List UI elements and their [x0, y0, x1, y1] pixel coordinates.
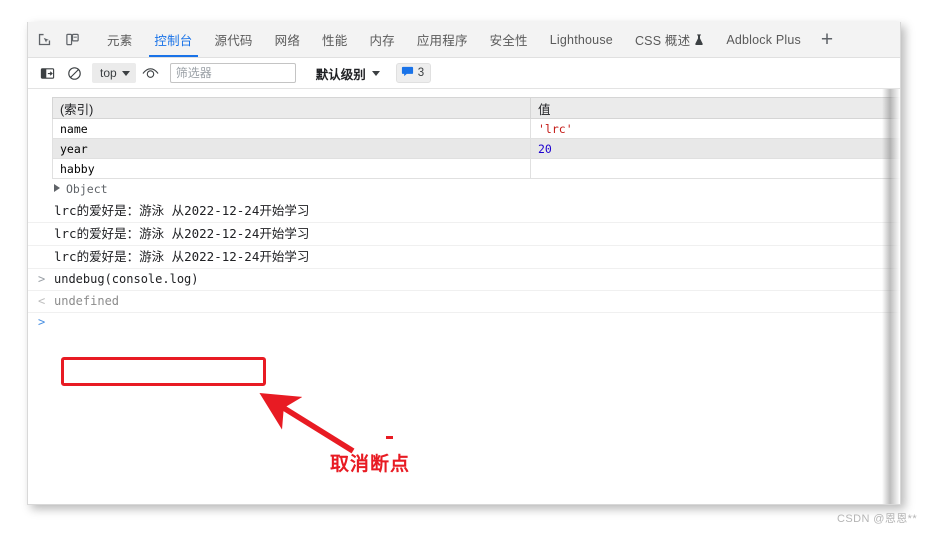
table-row[interactable]: habby [52, 158, 900, 179]
column-header-index: (索引) [52, 97, 531, 119]
tab-label: 内存 [369, 34, 395, 48]
add-tab-button[interactable]: + [812, 22, 842, 57]
console-log-text: lrc的爱好是：游泳 从2022-12-24开始学习 [54, 226, 310, 241]
log-level-selector[interactable]: 默认级别 [310, 63, 384, 83]
speech-bubble-icon [401, 65, 414, 81]
tab-label: 元素 [107, 34, 133, 48]
tab-label: 性能 [322, 34, 348, 48]
annotation-label: 取消断点 [330, 454, 411, 475]
cell-value: 'lrc' [530, 118, 900, 139]
inspect-element-icon[interactable] [30, 22, 58, 57]
cell-value: 20 [530, 138, 900, 159]
console-object-label: Object [66, 182, 108, 196]
device-toolbar-glyph [65, 33, 79, 46]
annotation-highlight-box [61, 357, 266, 386]
console-log-line: lrc的爱好是：游泳 从2022-12-24开始学习 [28, 200, 900, 223]
tab-performance[interactable]: 性能 [311, 22, 358, 57]
tab-css-overview[interactable]: CSS 概述 [624, 22, 715, 57]
tab-application[interactable]: 应用程序 [406, 22, 479, 57]
cell-index: habby [52, 158, 531, 179]
annotation-dash-mark [386, 436, 393, 439]
tab-network[interactable]: 网络 [264, 22, 311, 57]
tab-label: Adblock Plus [726, 32, 801, 47]
console-prompt-row[interactable]: > [28, 313, 900, 333]
console-result-row: < undefined [28, 291, 900, 313]
devtools-tabbar: 元素 控制台 源代码 网络 性能 内存 应用程序 安全性 Lighthouse … [28, 22, 900, 58]
console-log-line: lrc的爱好是：游泳 从2022-12-24开始学习 [28, 246, 900, 269]
cell-index: year [52, 138, 531, 159]
csdn-watermark: CSDN @恩恩** [837, 513, 917, 525]
disclosure-triangle-icon[interactable] [54, 184, 60, 192]
flask-glyph [695, 33, 704, 45]
tab-label: 源代码 [214, 34, 253, 48]
sidebar-glyph [40, 67, 55, 79]
tab-label: 控制台 [154, 34, 193, 48]
result-chevron-icon: < [38, 294, 46, 308]
tab-label: 网络 [274, 34, 301, 48]
column-header-value: 值 [530, 97, 900, 119]
tab-elements[interactable]: 元素 [96, 22, 143, 57]
message-count-value: 3 [417, 67, 425, 79]
filter-input[interactable] [169, 63, 296, 83]
console-log-line: lrc的爱好是：游泳 从2022-12-24开始学习 [28, 223, 900, 246]
table-row[interactable]: year 20 [52, 138, 900, 159]
speech-bubble-glyph [401, 66, 413, 77]
log-level-value: 默认级别 [315, 67, 366, 82]
tab-label: 安全性 [489, 34, 528, 48]
tab-label: 应用程序 [416, 34, 468, 48]
chevron-down-icon [121, 70, 130, 76]
table-row[interactable]: name 'lrc' [52, 118, 900, 139]
tab-sources[interactable]: 源代码 [204, 22, 264, 57]
execution-context-selector[interactable]: top [92, 63, 136, 83]
tab-label: CSS 概述 [634, 34, 691, 48]
eye-glyph [142, 67, 159, 78]
console-table: (索引) 值 name 'lrc' year 20 habby [52, 97, 900, 179]
cell-value [530, 158, 900, 179]
clear-glyph [68, 66, 81, 80]
prompt-chevron-icon: > [38, 272, 46, 286]
execution-context-value: top [100, 66, 117, 80]
tab-security[interactable]: 安全性 [479, 22, 539, 57]
chevron-down-icon [371, 70, 380, 76]
tab-label: Lighthouse [549, 32, 613, 47]
annotation-arrow-icon [259, 392, 355, 454]
console-input-command: undebug(console.log) [54, 272, 199, 286]
clear-console-icon[interactable] [62, 62, 87, 85]
device-toolbar-icon[interactable] [58, 22, 86, 57]
cell-index: name [52, 118, 531, 139]
console-toolbar: top 默认级别 3 [28, 58, 900, 89]
message-count-badge[interactable]: 3 [395, 63, 432, 83]
tab-console[interactable]: 控制台 [143, 22, 203, 57]
tab-memory[interactable]: 内存 [358, 22, 405, 57]
console-object-row[interactable]: Object [28, 179, 900, 200]
console-result-value: undefined [54, 294, 120, 308]
console-log-text: lrc的爱好是：游泳 从2022-12-24开始学习 [54, 203, 310, 218]
flask-icon [694, 33, 704, 46]
annotation-arrow-line [259, 392, 355, 454]
screenshot-root: 元素 控制台 源代码 网络 性能 内存 应用程序 安全性 Lighthouse … [0, 0, 929, 534]
inspect-element-glyph [38, 33, 50, 46]
console-table-body: name 'lrc' year 20 habby [52, 118, 900, 179]
show-console-sidebar-icon[interactable] [35, 62, 60, 85]
console-table-head: (索引) 值 [52, 97, 900, 119]
console-log-text: lrc的爱好是：游泳 从2022-12-24开始学习 [54, 249, 310, 264]
console-table-header-row: (索引) 值 [52, 97, 900, 119]
tab-lighthouse[interactable]: Lighthouse [539, 22, 624, 57]
prompt-chevron-icon: > [38, 315, 46, 329]
console-input-row[interactable]: > undebug(console.log) [28, 269, 900, 291]
live-expression-icon[interactable] [138, 62, 163, 85]
tabbar-separator [86, 22, 96, 57]
devtools-window: 元素 控制台 源代码 网络 性能 内存 应用程序 安全性 Lighthouse … [27, 22, 901, 505]
console-output-area[interactable]: (索引) 值 name 'lrc' year 20 habby Object l… [28, 89, 900, 504]
tab-adblock-plus[interactable]: Adblock Plus [715, 22, 812, 57]
